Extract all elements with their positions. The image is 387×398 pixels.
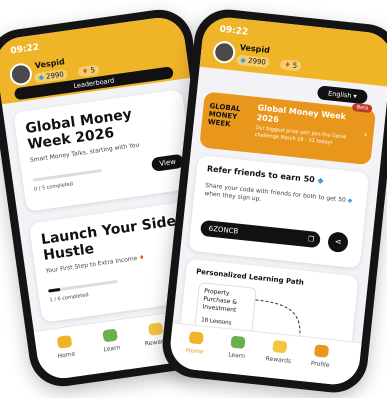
chevron-down-icon: ▾ [353, 92, 358, 101]
gem-icon: ◆ [38, 73, 45, 82]
gem-icon: ◆ [347, 196, 353, 205]
course-card[interactable]: Global Money Week 2026 Smart Money Talks… [13, 89, 196, 212]
avatar[interactable] [212, 40, 237, 65]
rewards-icon[interactable] [147, 322, 164, 336]
status-time: 09:22 [219, 24, 249, 38]
path-node-title: Property Purchase & Investment [202, 287, 238, 314]
username: Vespid [239, 42, 271, 55]
avatar[interactable] [8, 61, 34, 87]
tab-learn[interactable]: Learn [95, 343, 130, 355]
referral-title: Refer friends to earn 50 ◆ [206, 164, 325, 186]
progress-bar [32, 168, 103, 182]
rewards-icon[interactable] [272, 339, 288, 354]
profile-icon[interactable] [313, 344, 330, 358]
referral-card: Refer friends to earn 50 ◆ Share your co… [188, 155, 370, 269]
fire-icon: ♦ [283, 60, 291, 70]
status-time: 09:22 [9, 42, 40, 57]
progress-bar [48, 279, 118, 293]
referral-code-field[interactable]: 6ZONCB ❐ [199, 219, 321, 249]
learn-icon[interactable] [102, 328, 118, 343]
tab-home[interactable]: Home [49, 349, 84, 361]
right-header: 09:22 Vespid ◆ 2990 ♦ 5 [199, 15, 387, 87]
share-button[interactable]: ⋖ [327, 231, 349, 254]
right-screen: 09:22 Vespid ◆ 2990 ♦ 5 English ▾ Beta G… [168, 15, 387, 387]
right-phone: 09:22 Vespid ◆ 2990 ♦ 5 English ▾ Beta G… [159, 6, 387, 396]
copy-icon[interactable]: ❐ [307, 231, 315, 248]
tab-learn[interactable]: Learn [219, 350, 254, 361]
tab-rewards[interactable]: Rewards [261, 355, 296, 366]
gmw-logo: GLOBAL MONEY WEEK [207, 102, 241, 129]
username: Vespid [34, 57, 66, 71]
tab-home[interactable]: Home [178, 346, 213, 357]
streak-count: ♦ 5 [279, 59, 302, 72]
learn-icon[interactable] [230, 335, 246, 349]
home-icon[interactable] [56, 334, 73, 349]
share-icon: ⋖ [334, 236, 342, 247]
fire-icon: ♦ [81, 66, 89, 76]
beta-badge: Beta [352, 103, 373, 113]
referral-body: Share your code with friends for both to… [204, 182, 353, 205]
language-selector[interactable]: English ▾ [316, 85, 369, 105]
view-button[interactable]: View [150, 153, 185, 172]
streak-count: ♦ 5 [77, 64, 100, 78]
chevron-right-icon[interactable]: › [363, 130, 368, 140]
gem-icon: ◆ [316, 175, 325, 186]
progress-text: 1 / 6 completed [49, 292, 90, 304]
home-icon[interactable] [188, 331, 204, 345]
gems-count: ◆ 2990 [236, 54, 271, 69]
tab-profile[interactable]: Profile [303, 359, 338, 370]
progress-text: 0 / 5 completed [33, 181, 74, 193]
fire-icon: ♦ [138, 253, 145, 262]
gem-icon: ◆ [240, 56, 247, 65]
